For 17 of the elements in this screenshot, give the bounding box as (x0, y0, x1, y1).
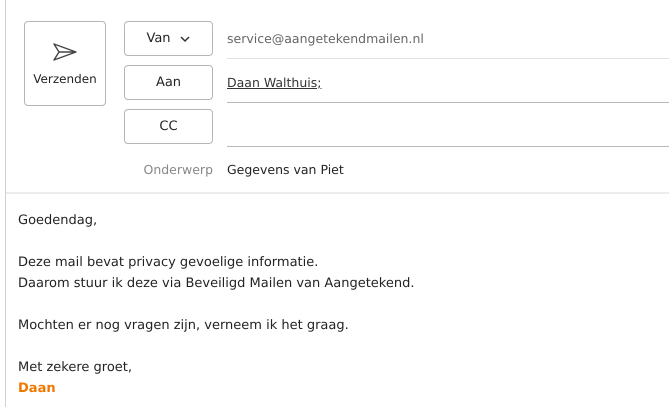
sender-address: service@aangetekendmailen.nl (227, 30, 424, 46)
subject-label: Onderwerp (142, 162, 213, 176)
recipient-link[interactable]: Daan Walthuis; (227, 74, 322, 90)
subject-field[interactable]: Gegevens van Piet (227, 162, 344, 176)
field-button[interactable]: Van (124, 21, 213, 56)
signature-name: Daan (18, 380, 56, 398)
field-button[interactable]: Aan (124, 65, 213, 100)
chevron-down-icon (178, 34, 191, 42)
body-text: Met zekere groet, (18, 359, 132, 377)
body-text: Mochten er nog vragen zijn, verneem ik het graag. (18, 317, 349, 335)
send-icon (52, 42, 78, 62)
send-button[interactable]: Verzenden (24, 21, 106, 106)
body-text: Goedendag, (18, 212, 98, 230)
field-button[interactable]: CC (124, 109, 213, 144)
body-text: Deze mail bevat privacy gevoelige informatie. (18, 254, 318, 272)
body-text: Daarom stuur ik deze via Beveiligd Mailen van Aangetekend. (18, 275, 414, 293)
recipient-field[interactable]: Daan Walthuis; (227, 62, 669, 103)
